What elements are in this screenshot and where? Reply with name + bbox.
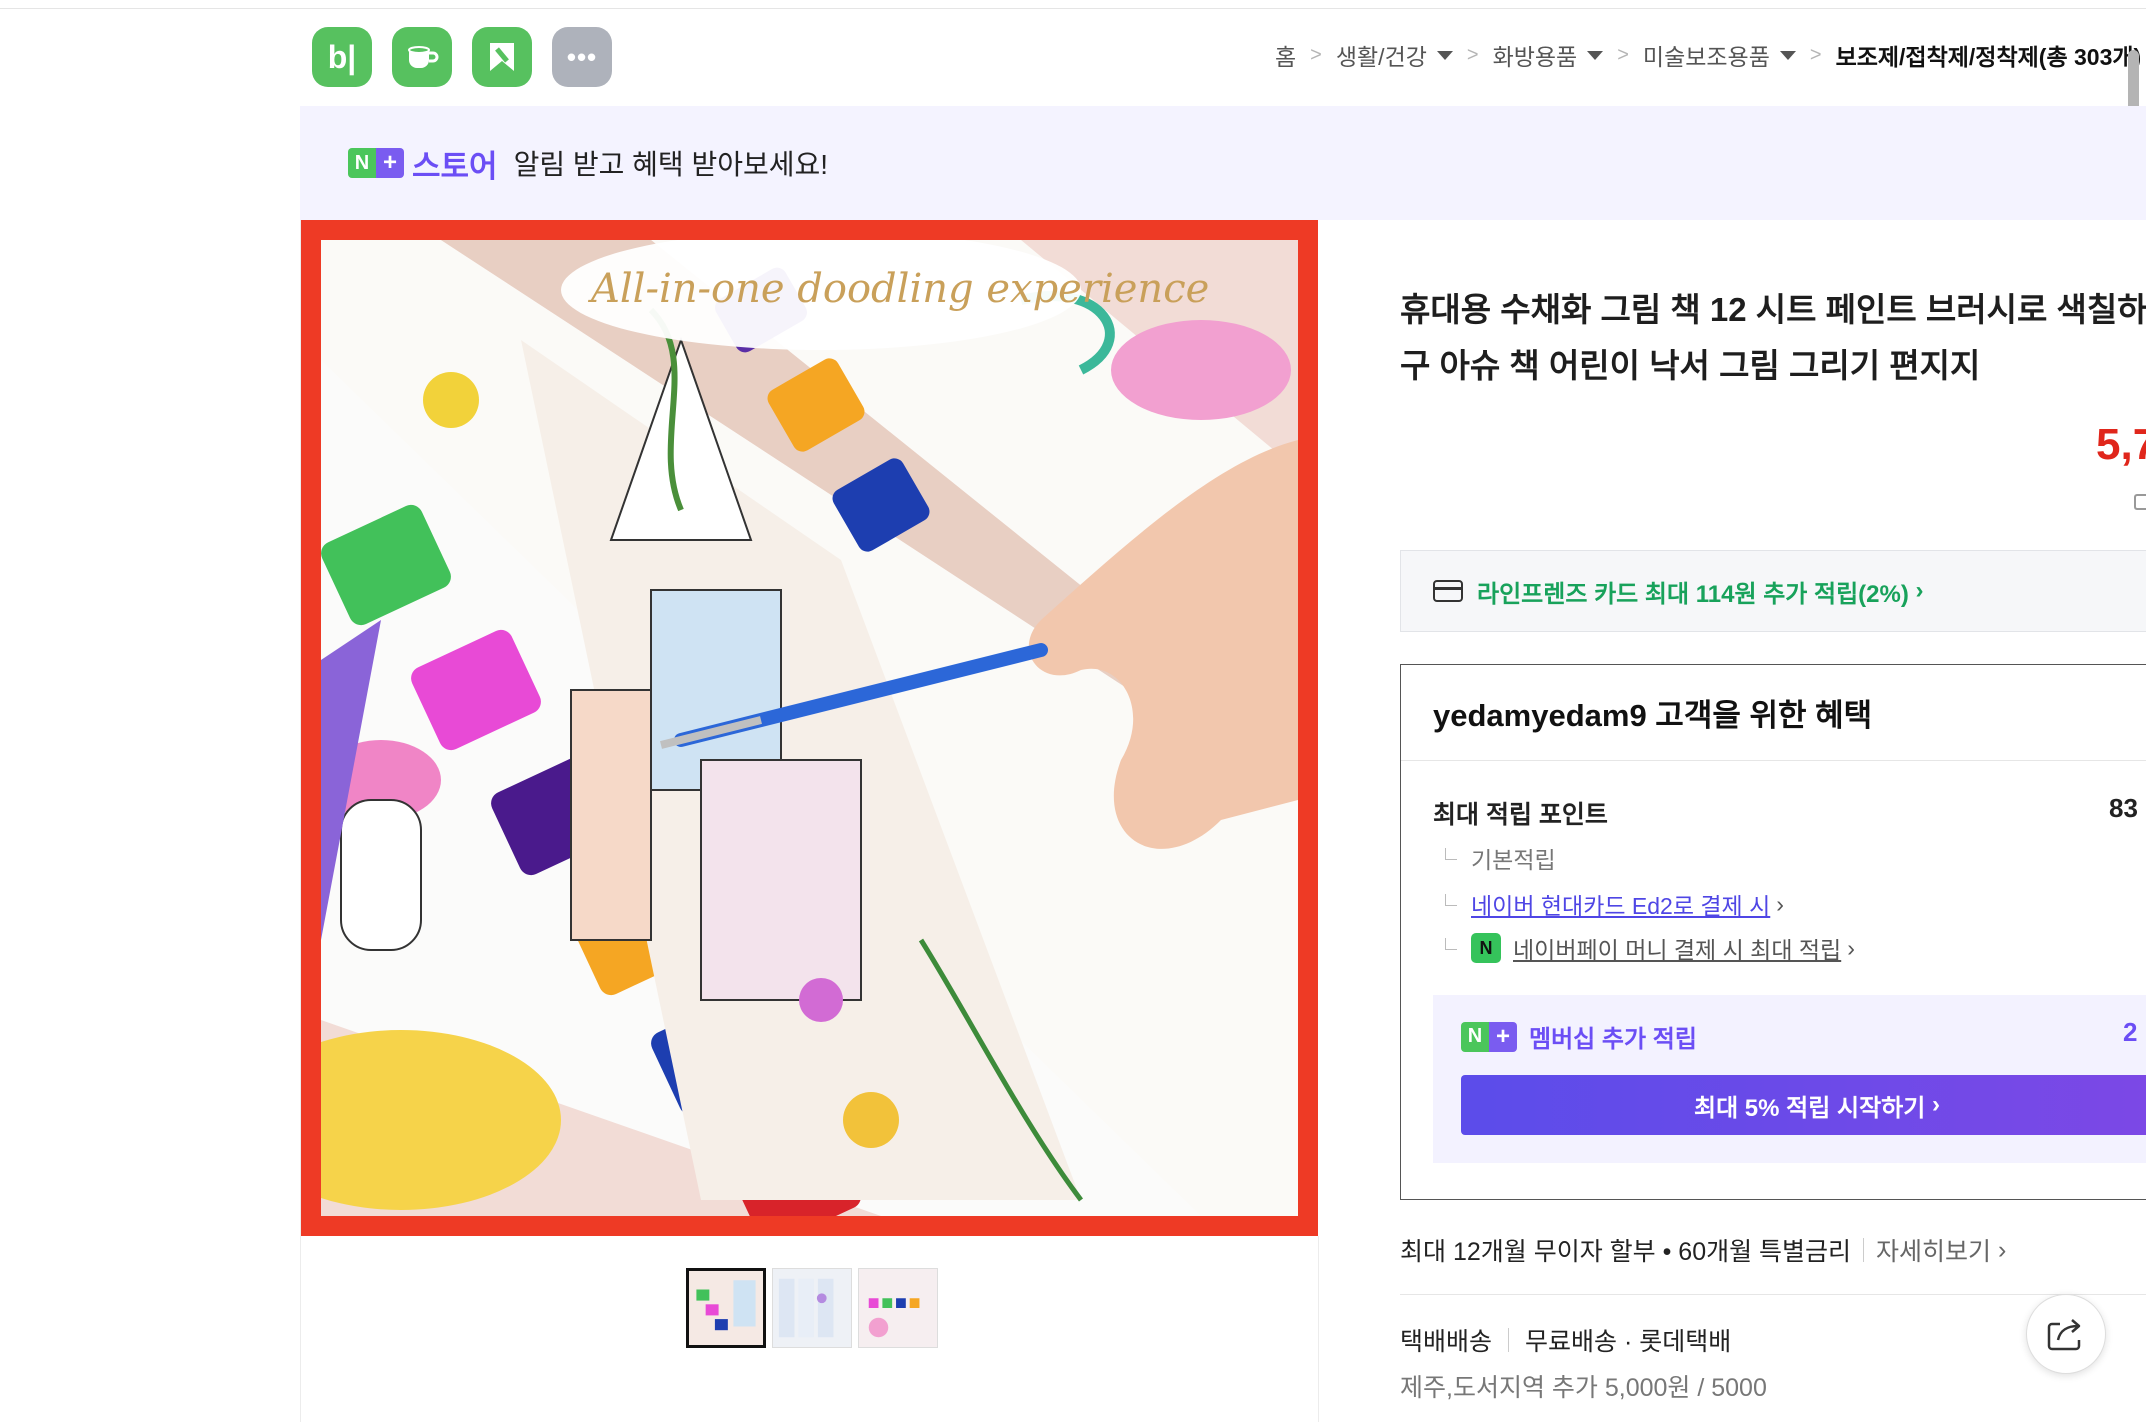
divider [1863,1238,1865,1262]
chevron-right-icon: › [1847,934,1855,961]
store-alert-banner[interactable]: N + 스토어 알림 받고 혜택 받아보세요! [300,106,2146,220]
shipping-extra: 제주,도서지역 추가 5,000원 / 5000 [1400,1374,1767,1402]
breadcrumb-life-health[interactable]: 생활/건강 [1336,38,1427,72]
chevron-down-icon[interactable] [1779,50,1796,60]
cup-icon [408,46,439,68]
product-main-image[interactable]: All-in-one doodling experience [301,220,1318,1236]
nplus-plus: + [376,148,404,178]
banner-message: 알림 받고 혜택 받아보세요! [513,149,829,180]
breadcrumb: 홈 > 생활/건강 > 화방용품 > 미술보조용품 > 보조제/접착제/정착제(… [1275,38,2141,72]
product-price: 5,7 [2096,420,2146,469]
installment-more-link[interactable]: 자세히보기 [1876,1232,1991,1268]
breadcrumb-separator: > [1617,43,1629,66]
card-offer-banner[interactable]: 라인프렌즈 카드 최대 114원 추가 적립(2%) › [1400,550,2146,632]
installment-row: 최대 12개월 무이자 할부 • 60개월 특별금리 자세히보기 › [1400,1232,2006,1268]
membership-box: N + 멤버십 추가 적립 2 최대 5% 적립 시작하기 › [1433,995,2146,1163]
membership-start-label: 최대 5% 적립 시작하기 [1693,1094,1926,1122]
breadcrumb-separator: > [1310,43,1322,66]
breadcrumb-home[interactable]: 홈 [1275,38,1296,72]
chevron-down-icon[interactable] [1436,50,1453,60]
npay-icon: N [1471,933,1501,963]
hyundai-card-row[interactable]: 네이버 현대카드 Ed2로 결제 시 › [1445,887,1784,921]
nplus-plus: + [1489,1021,1517,1052]
breadcrumb-art-accessories[interactable]: 미술보조용품 [1643,38,1770,72]
tree-elbow-icon [1445,848,1457,860]
membership-label: 멤버십 추가 적립 [1529,1026,1697,1053]
top-divider [0,8,2146,9]
basic-points-label: 기본적립 [1471,847,1556,873]
bookmark-icon[interactable] [472,27,532,87]
credit-card-icon [1433,580,1463,602]
thumbnail-3[interactable] [858,1268,938,1348]
installment-text: 최대 12개월 무이자 할부 • 60개월 특별금리 [1400,1238,1852,1266]
thumbnail-strip [686,1268,938,1348]
nplus-n: N [348,148,376,178]
chevron-right-icon: › [1908,577,1924,604]
shipping-method: 택배배송 [1400,1328,1493,1356]
section-divider [1400,1294,2146,1295]
thumbnail-image [689,1271,763,1345]
nplus-n: N [1461,1021,1489,1052]
thumbnail-image [859,1269,937,1347]
bookmark-shape-icon [490,43,514,71]
nplus-logo: N + [348,148,404,178]
shipping-row: 택배배송 무료배송 · 롯데택배 [1400,1322,1731,1358]
product-title: 휴대용 수채화 그림 책 12 시트 페인트 브러시로 색칠하 구 아슈 책 어… [1400,282,2146,394]
chevron-right-icon: › [1925,1091,1940,1118]
store-label: 스토어 [412,148,498,184]
npay-money-row[interactable]: N 네이버페이 머니 결제 시 최대 적립 › [1445,931,1855,965]
content-divider [1318,1236,1319,1422]
hyundai-card-link[interactable]: 네이버 현대카드 Ed2로 결제 시 [1471,887,1770,921]
chevron-right-icon: › [1776,890,1784,917]
chevron-right-icon: › [1991,1235,2007,1264]
max-points-value: 83 [2109,793,2138,823]
membership-row: N + 멤버십 추가 적립 [1461,1019,1697,1054]
tree-elbow-icon [1445,938,1457,950]
product-title-line: 구 아슈 책 어린이 낙서 그림 그리기 편지지 [1400,347,1981,384]
image-caption-text: All-in-one doodling experience [587,266,1209,312]
blog-icon[interactable]: b| [312,27,372,87]
more-icon-label: ••• [566,41,598,72]
npay-money-link[interactable]: 네이버페이 머니 결제 시 최대 적립 [1513,931,1841,965]
more-icon[interactable]: ••• [552,27,612,87]
breadcrumb-separator: > [1466,43,1479,66]
share-button[interactable] [2026,1294,2106,1374]
breadcrumb-art-supplies[interactable]: 화방용품 [1493,38,1578,72]
thumbnail-image [773,1269,851,1347]
product-title-line: 휴대용 수채화 그림 책 12 시트 페인트 브러시로 색칠하 [1400,291,2146,328]
breadcrumb-separator: > [1809,43,1822,66]
chevron-down-icon[interactable] [1587,50,1604,60]
membership-value: 2 [2123,1017,2138,1047]
max-points-label: 최대 적립 포인트 [1433,801,1608,829]
delivery-icon [2134,494,2146,510]
cafe-icon[interactable] [392,27,452,87]
basic-points-row: 기본적립 [1445,841,1556,875]
shipping-fee: 무료배송 · 롯데택배 [1525,1328,1732,1356]
blog-icon-label: b| [327,38,357,75]
tree-elbow-icon [1445,894,1457,906]
breadcrumb-current[interactable]: 보조제/접착제/정착제(총 303개) [1836,38,2142,72]
thumbnail-2[interactable] [772,1268,852,1348]
benefit-panel: yedamyedam9 고객을 위한 혜택 최대 적립 포인트 83 기본적립 … [1400,664,2146,1200]
benefit-header: yedamyedam9 고객을 위한 혜택 [1401,665,2146,761]
app-icon-bar: b| ••• [312,27,612,87]
share-icon [2047,1319,2081,1351]
product-illustration: All-in-one doodling experience [321,240,1298,1216]
thumbnail-1[interactable] [686,1268,766,1348]
membership-start-button[interactable]: 최대 5% 적립 시작하기 › [1461,1075,2146,1135]
card-offer-text: 라인프렌즈 카드 최대 114원 추가 적립(2%) [1477,580,1909,608]
nplus-logo: N + [1461,1021,1517,1052]
divider [1508,1328,1510,1352]
